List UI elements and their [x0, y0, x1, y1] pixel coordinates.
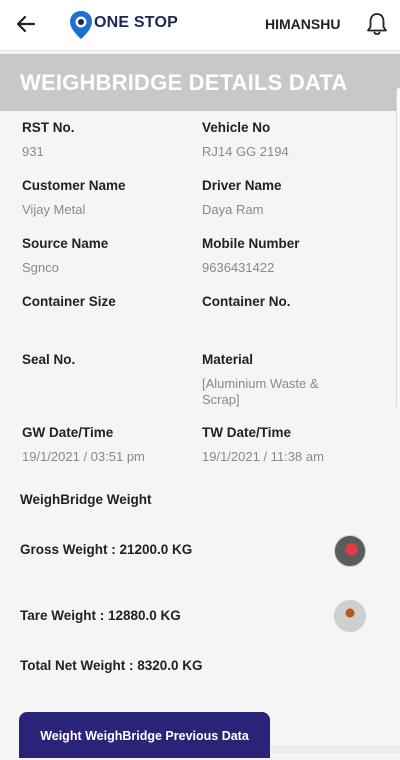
bell-icon	[367, 13, 387, 35]
tw-datetime-label: TW Date/Time	[202, 425, 292, 440]
customer-label: Customer Name	[22, 178, 126, 193]
location-pin-logo-icon	[68, 10, 94, 40]
container-size-label: Container Size	[22, 294, 116, 309]
app-header: ONE STOP HIMANSHU	[0, 0, 400, 51]
total-net-weight: Total Net Weight : 8320.0 KG	[20, 658, 203, 673]
gross-weight: Gross Weight : 21200.0 KG	[20, 542, 193, 557]
tw-datetime-value: 19/1/2021 / 11:38 am	[202, 449, 324, 464]
brand-name: ONE STOP	[94, 14, 178, 31]
mobile-label: Mobile Number	[202, 236, 300, 251]
bottom-strip	[270, 745, 400, 753]
tare-weight-photo-thumbnail[interactable]	[334, 600, 366, 632]
gw-datetime-label: GW Date/Time	[22, 425, 114, 440]
vehicle-value: RJ14 GG 2194	[202, 144, 289, 159]
driver-label: Driver Name	[202, 178, 282, 193]
driver-value: Daya Ram	[202, 202, 264, 217]
seal-label: Seal No.	[22, 352, 76, 367]
gross-weight-photo-thumbnail[interactable]	[334, 535, 366, 567]
previous-data-button[interactable]: Weight WeighBridge Previous Data	[19, 712, 270, 758]
tare-weight: Tare Weight : 12880.0 KG	[20, 608, 181, 623]
material-value: [Aluminium Waste & Scrap]	[202, 376, 319, 407]
vehicle-label: Vehicle No	[202, 120, 271, 135]
gw-datetime-value: 19/1/2021 / 03:51 pm	[22, 449, 145, 464]
mobile-value: 9636431422	[202, 260, 275, 275]
container-no-label: Container No.	[202, 294, 291, 309]
section-header: WEIGHBRIDGE DETAILS DATA	[0, 54, 400, 111]
rst-value: 931	[22, 144, 44, 159]
source-value: Sgnco	[22, 260, 59, 275]
user-name[interactable]: HIMANSHU	[265, 16, 340, 32]
page-title: WEIGHBRIDGE DETAILS DATA	[20, 70, 348, 95]
weighbridge-weight-heading: WeighBridge Weight	[20, 492, 152, 507]
source-label: Source Name	[22, 236, 109, 251]
back-button[interactable]	[14, 12, 38, 36]
scroll-indicator[interactable]	[396, 88, 400, 408]
rst-label: RST No.	[22, 120, 75, 135]
customer-value: Vijay Metal	[22, 202, 86, 217]
material-label: Material	[202, 352, 254, 367]
arrow-left-icon	[16, 15, 36, 33]
notifications-button[interactable]	[365, 11, 389, 37]
